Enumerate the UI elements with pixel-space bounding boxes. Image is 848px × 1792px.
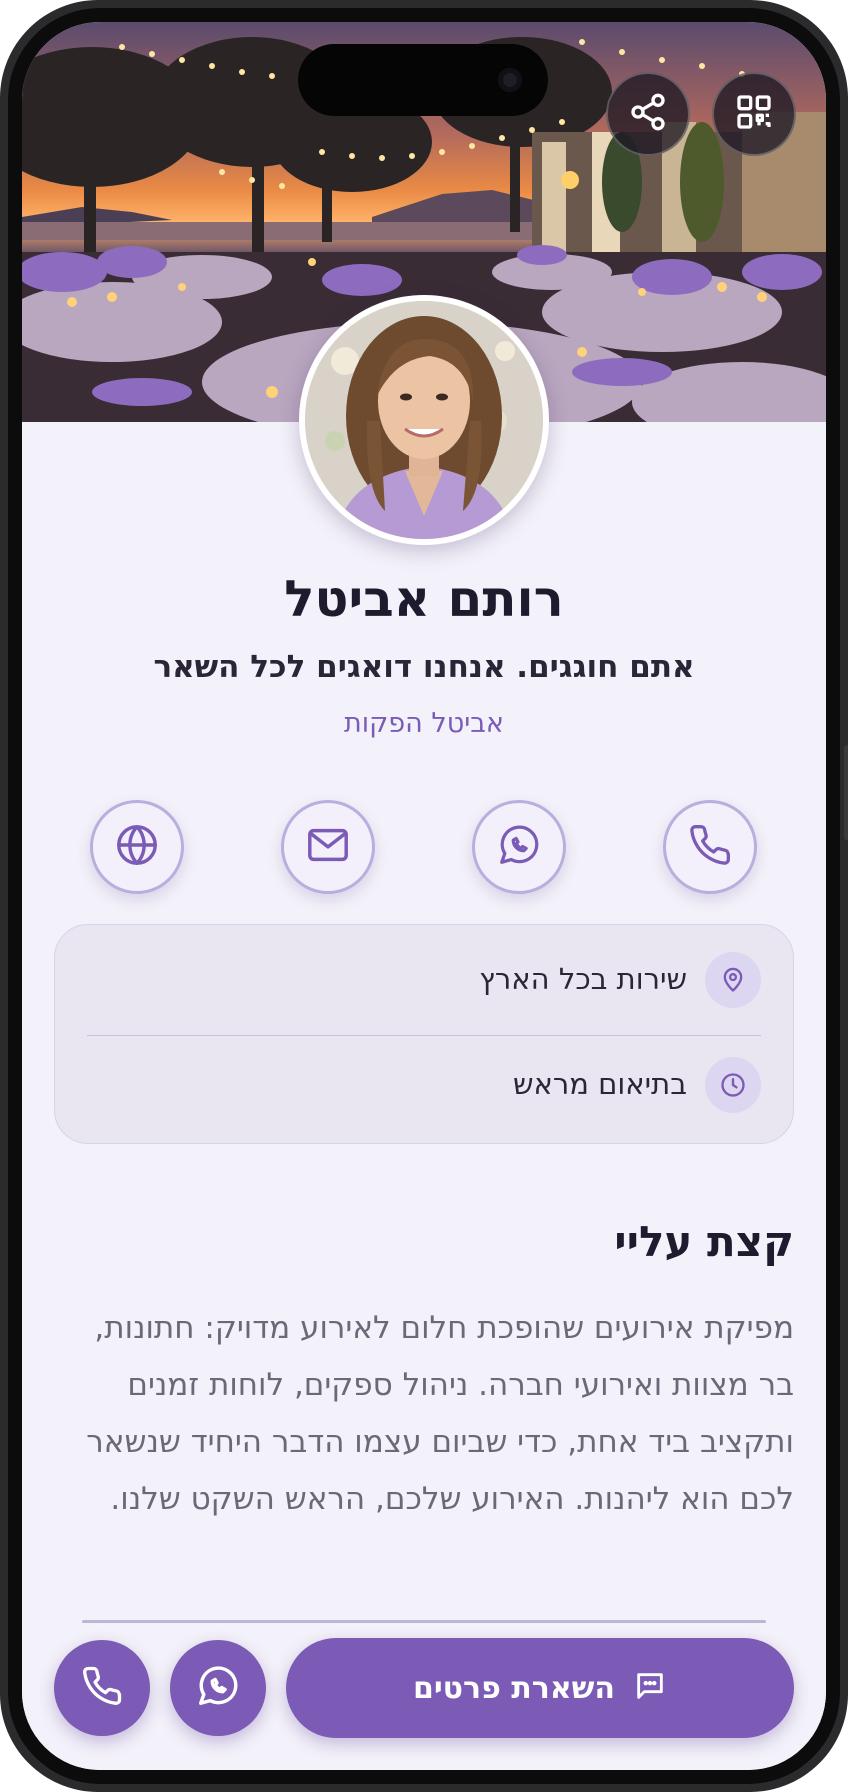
info-card: שירות בכל הארץ בתיאום מראש bbox=[54, 924, 794, 1144]
share-icon bbox=[628, 92, 668, 136]
whatsapp-icon bbox=[195, 1663, 241, 1713]
whatsapp-button[interactable] bbox=[472, 800, 566, 894]
clock-icon bbox=[705, 1057, 761, 1113]
front-camera bbox=[498, 68, 522, 92]
profile-name: רותם אביטל bbox=[284, 570, 564, 628]
phone-side-button bbox=[844, 745, 848, 840]
location-pin-icon bbox=[705, 952, 761, 1008]
about-title: קצת עליי bbox=[614, 1217, 794, 1266]
whatsapp-icon bbox=[496, 822, 542, 872]
qr-code-button[interactable] bbox=[712, 72, 796, 156]
availability-text: בתיאום מראש bbox=[512, 1067, 687, 1101]
screen: רותם אביטל אתם חוגגים. אנחנו דואגים לכל … bbox=[22, 22, 826, 1770]
service-area-text: שירות בכל הארץ bbox=[479, 962, 687, 996]
profile-avatar bbox=[299, 295, 549, 545]
mail-icon bbox=[305, 822, 351, 872]
info-divider bbox=[87, 1035, 761, 1036]
qr-code-icon bbox=[734, 92, 774, 136]
leave-details-label: השארת פרטים bbox=[412, 1670, 616, 1706]
website-button[interactable] bbox=[90, 800, 184, 894]
message-icon bbox=[633, 1669, 667, 1707]
leave-details-button[interactable]: השארת פרטים bbox=[286, 1638, 794, 1738]
bottom-bar-divider bbox=[82, 1620, 766, 1623]
bottom-whatsapp-button[interactable] bbox=[170, 1640, 266, 1736]
globe-icon bbox=[114, 822, 160, 872]
bottom-call-button[interactable] bbox=[54, 1640, 150, 1736]
call-button[interactable] bbox=[663, 800, 757, 894]
share-button[interactable] bbox=[606, 72, 690, 156]
email-button[interactable] bbox=[281, 800, 375, 894]
about-text: מפיקת אירועים שהופכת חלום לאירוע מדויק: … bbox=[86, 1310, 794, 1517]
company-name: אביטל הפקות bbox=[344, 708, 504, 739]
info-row-location: שירות בכל הארץ bbox=[55, 925, 795, 1025]
profile-tagline: אתם חוגגים. אנחנו דואגים לכל השאר bbox=[153, 649, 695, 685]
info-row-hours: בתיאום מראש bbox=[55, 1037, 795, 1137]
phone-icon bbox=[81, 1665, 123, 1711]
phone-icon bbox=[688, 823, 732, 871]
